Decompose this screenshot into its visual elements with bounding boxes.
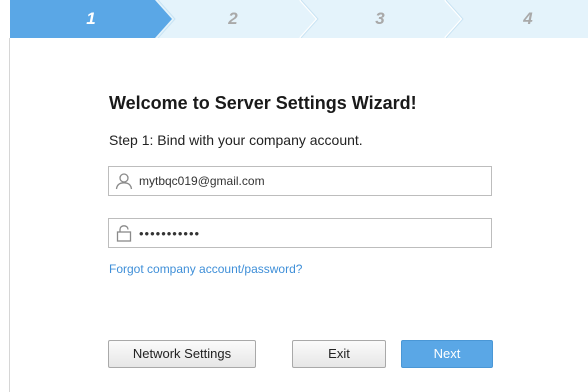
network-settings-button[interactable]: Network Settings [108, 340, 256, 368]
page-title: Welcome to Server Settings Wizard! [109, 93, 417, 113]
exit-button[interactable]: Exit [292, 340, 386, 368]
user-icon [115, 173, 133, 190]
email-input[interactable] [139, 167, 479, 195]
step-instruction: Step 1: Bind with your company account. [109, 132, 363, 148]
step-bar: 1 2 3 4 [10, 0, 588, 38]
step-4-label: 4 [523, 9, 533, 28]
lock-icon [116, 225, 132, 242]
left-border [9, 38, 10, 392]
step-3-label: 3 [375, 9, 385, 28]
password-field[interactable] [108, 218, 492, 248]
step-2-label: 2 [228, 9, 238, 28]
step-1-label: 1 [86, 9, 96, 28]
email-field[interactable] [108, 166, 492, 196]
forgot-password-link[interactable]: Forgot company account/password? [109, 262, 302, 276]
password-input[interactable] [139, 219, 479, 247]
next-button[interactable]: Next [401, 340, 493, 368]
wizard-window: 1 2 3 4 Welcome to Server Settings Wizar… [0, 0, 588, 392]
